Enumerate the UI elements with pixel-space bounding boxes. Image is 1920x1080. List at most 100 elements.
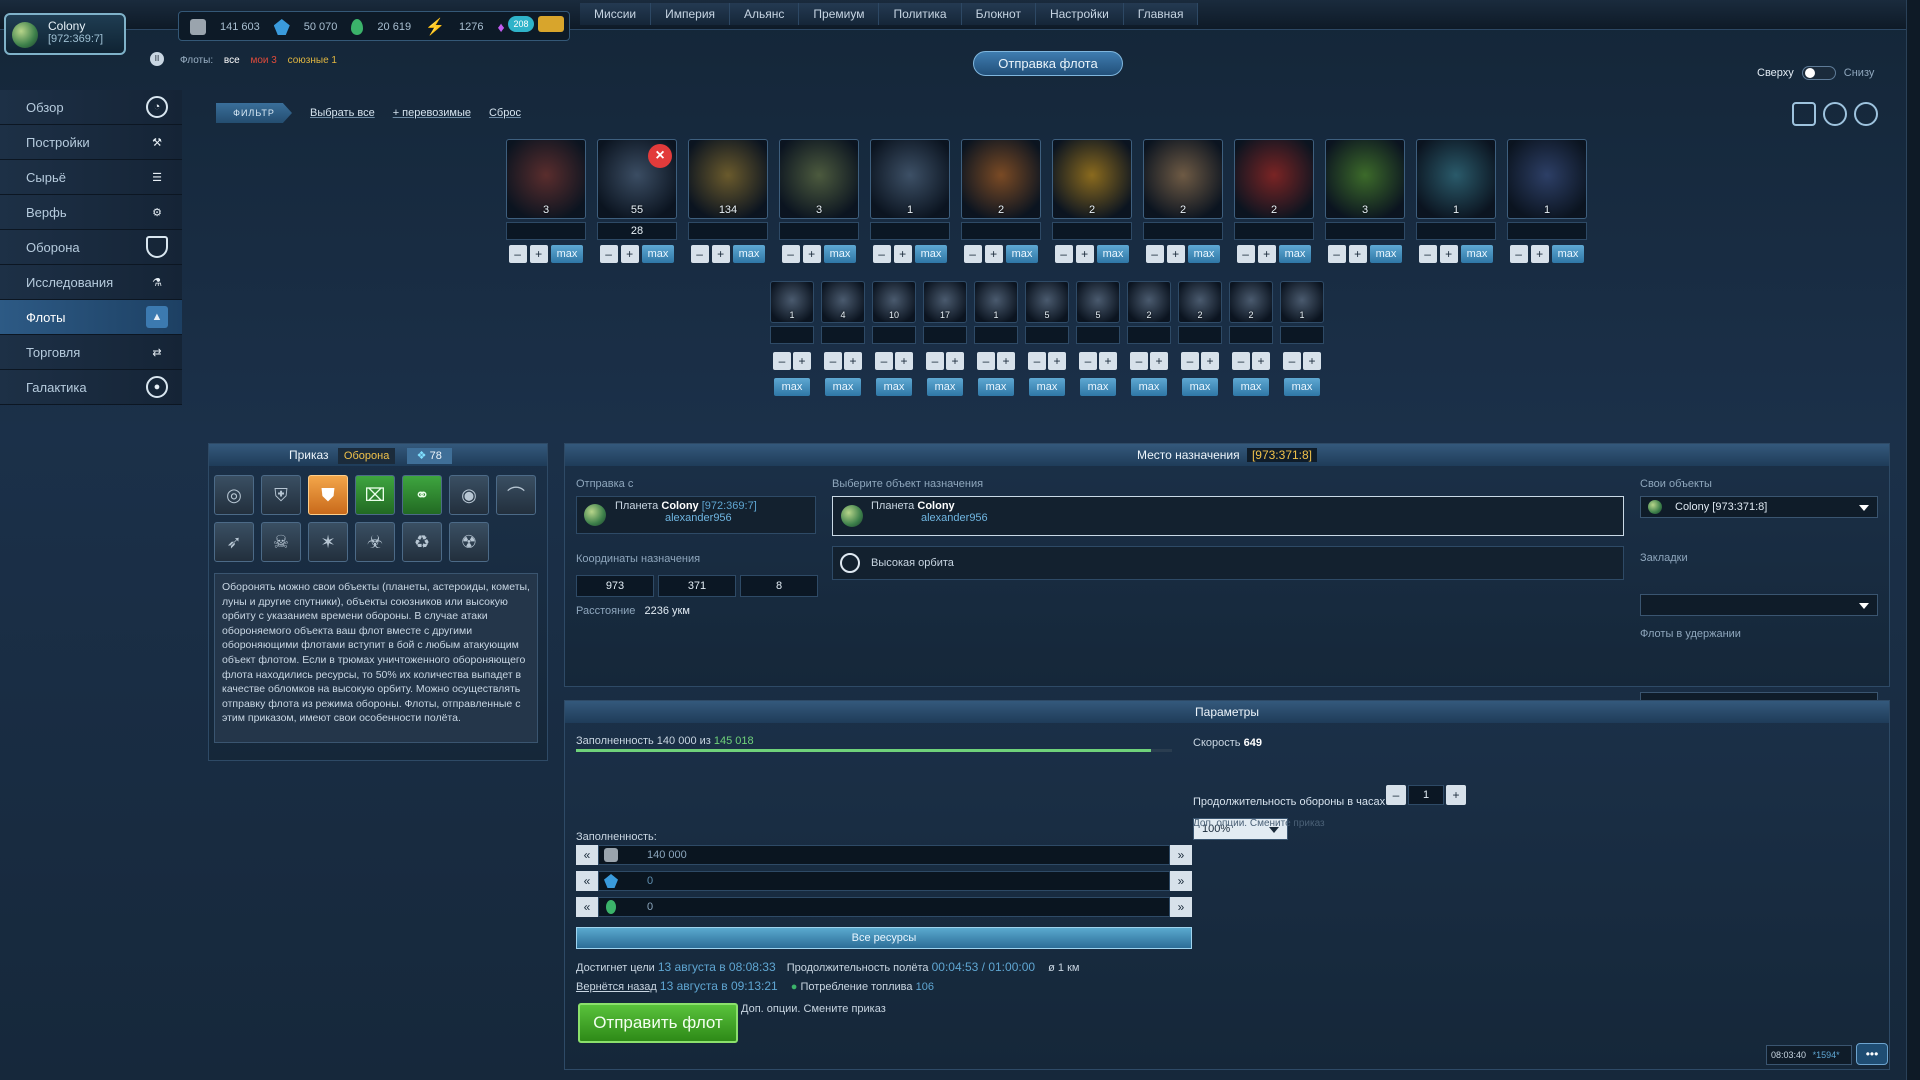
attack-icon[interactable]: ◎ <box>214 475 254 515</box>
unit-plus-button[interactable]: + <box>844 352 862 370</box>
ship-plus-button[interactable]: + <box>1439 245 1458 263</box>
ship-minus-button[interactable]: – <box>1327 245 1346 263</box>
unit-quantity-input[interactable] <box>1076 326 1120 344</box>
ship-plus-button[interactable]: + <box>1075 245 1094 263</box>
unit-plus-button[interactable]: + <box>946 352 964 370</box>
ship-quantity-input[interactable] <box>688 222 768 240</box>
escort-icon[interactable]: ⛨ <box>261 475 301 515</box>
menu-premium[interactable]: Премиум <box>799 3 880 25</box>
deuterium-load-input[interactable]: 0 <box>598 897 1170 917</box>
unit-plus-button[interactable]: + <box>895 352 913 370</box>
ship-plus-button[interactable]: + <box>1257 245 1276 263</box>
ship-plus-button[interactable]: + <box>984 245 1003 263</box>
unit-max-button[interactable]: max <box>825 378 861 396</box>
unit-max-button[interactable]: max <box>1131 378 1167 396</box>
bookmarks-select[interactable] <box>1640 594 1878 616</box>
remove-icon[interactable]: × <box>648 144 672 168</box>
menu-empire[interactable]: Империя <box>651 3 731 25</box>
menu-notepad[interactable]: Блокнот <box>961 3 1036 25</box>
ship-plus-button[interactable]: + <box>1530 245 1549 263</box>
unit-minus-button[interactable]: – <box>824 352 842 370</box>
unit-quantity-input[interactable] <box>872 326 916 344</box>
sidebar-item-buildings[interactable]: Постройки ⚒ <box>0 125 182 160</box>
send-fleet-button[interactable]: Отправить флот <box>578 1003 738 1043</box>
ship-plus-button[interactable]: + <box>1166 245 1185 263</box>
ship-plus-button[interactable]: + <box>529 245 548 263</box>
unit-minus-button[interactable]: – <box>1283 352 1301 370</box>
sidebar-item-trade[interactable]: Торговля ⇄ <box>0 335 182 370</box>
sidebar-item-defense[interactable]: Оборона <box>0 230 182 265</box>
unit-minus-button[interactable]: – <box>875 352 893 370</box>
ship-minus-button[interactable]: – <box>690 245 709 263</box>
unit-max-button[interactable]: max <box>978 378 1014 396</box>
sidebar-item-resources[interactable]: Сырьё ☰ <box>0 160 182 195</box>
hours-input[interactable]: 1 <box>1408 785 1444 805</box>
ship-quantity-input[interactable] <box>1234 222 1314 240</box>
hours-minus-button[interactable]: – <box>1386 785 1406 805</box>
metal-load-input[interactable]: 140 000 <box>598 845 1170 865</box>
ship-image[interactable]: 2 <box>1052 139 1132 219</box>
messages-badge[interactable]: 208 <box>508 16 534 32</box>
unit-plus-button[interactable]: + <box>1201 352 1219 370</box>
unit-max-button[interactable]: max <box>1029 378 1065 396</box>
mail-icon[interactable] <box>538 16 564 32</box>
system-input[interactable]: 371 <box>658 575 736 597</box>
recallable-link[interactable]: + перевозимые <box>393 107 471 119</box>
double-right-icon[interactable]: » <box>1170 845 1192 865</box>
extra-options[interactable]: Доп. опции. Смените приказ <box>741 1003 886 1015</box>
transport-icon[interactable]: ⌧ <box>355 475 395 515</box>
reset-link[interactable]: Сброс <box>489 107 521 119</box>
unit-image[interactable]: 10 <box>872 281 916 323</box>
unit-image[interactable]: 2 <box>1178 281 1222 323</box>
ship-image[interactable]: 3 <box>506 139 586 219</box>
select-all-link[interactable]: Выбрать все <box>310 107 375 119</box>
ship-max-button[interactable]: max <box>1005 245 1039 263</box>
galaxy-input[interactable]: 973 <box>576 575 654 597</box>
unit-quantity-input[interactable] <box>1127 326 1171 344</box>
unit-image[interactable]: 4 <box>821 281 865 323</box>
unit-quantity-input[interactable] <box>770 326 814 344</box>
settings-icon[interactable] <box>1854 102 1878 126</box>
defend-icon[interactable]: ⛊ <box>308 475 348 515</box>
fleets-all[interactable]: все <box>224 55 240 66</box>
nuke-icon[interactable]: ☢ <box>449 522 489 562</box>
spy-icon[interactable]: ◉ <box>449 475 489 515</box>
ship-image[interactable]: 134 <box>688 139 768 219</box>
menu-alliance[interactable]: Альянс <box>730 3 800 25</box>
ship-max-button[interactable]: max <box>1460 245 1494 263</box>
unit-minus-button[interactable]: – <box>926 352 944 370</box>
ship-minus-button[interactable]: – <box>599 245 618 263</box>
menu-politics[interactable]: Политика <box>879 3 962 25</box>
hold-icon[interactable]: ⌒ <box>496 475 536 515</box>
ship-minus-button[interactable]: – <box>1509 245 1528 263</box>
unit-max-button[interactable]: max <box>927 378 963 396</box>
ship-max-button[interactable]: max <box>1369 245 1403 263</box>
unit-plus-button[interactable]: + <box>1048 352 1066 370</box>
ship-max-button[interactable]: max <box>641 245 675 263</box>
high-orbit-option[interactable]: Высокая орбита <box>832 546 1624 580</box>
unit-plus-button[interactable]: + <box>997 352 1015 370</box>
own-objects-select[interactable]: Colony [973:371:8] <box>1640 496 1878 518</box>
ship-image[interactable]: 3 <box>1325 139 1405 219</box>
refresh-icon[interactable] <box>1823 102 1847 126</box>
unit-quantity-input[interactable] <box>1178 326 1222 344</box>
unit-plus-button[interactable]: + <box>1303 352 1321 370</box>
unit-quantity-input[interactable] <box>1280 326 1324 344</box>
ship-max-button[interactable]: max <box>1096 245 1130 263</box>
unit-max-button[interactable]: max <box>1080 378 1116 396</box>
ship-max-button[interactable]: max <box>732 245 766 263</box>
ship-max-button[interactable]: max <box>550 245 584 263</box>
ship-quantity-input[interactable] <box>1052 222 1132 240</box>
unit-quantity-input[interactable] <box>923 326 967 344</box>
ship-quantity-input[interactable] <box>779 222 859 240</box>
ship-quantity-input[interactable] <box>1143 222 1223 240</box>
unit-max-button[interactable]: max <box>876 378 912 396</box>
double-left-icon[interactable]: « <box>576 871 598 891</box>
unit-plus-button[interactable]: + <box>1150 352 1168 370</box>
planet-input[interactable]: 8 <box>740 575 818 597</box>
sidebar-item-fleets[interactable]: Флоты ▲ <box>0 300 182 335</box>
ship-minus-button[interactable]: – <box>963 245 982 263</box>
pause-icon[interactable]: II <box>150 52 164 66</box>
ship-image[interactable]: 1 <box>870 139 950 219</box>
ship-minus-button[interactable]: – <box>1054 245 1073 263</box>
